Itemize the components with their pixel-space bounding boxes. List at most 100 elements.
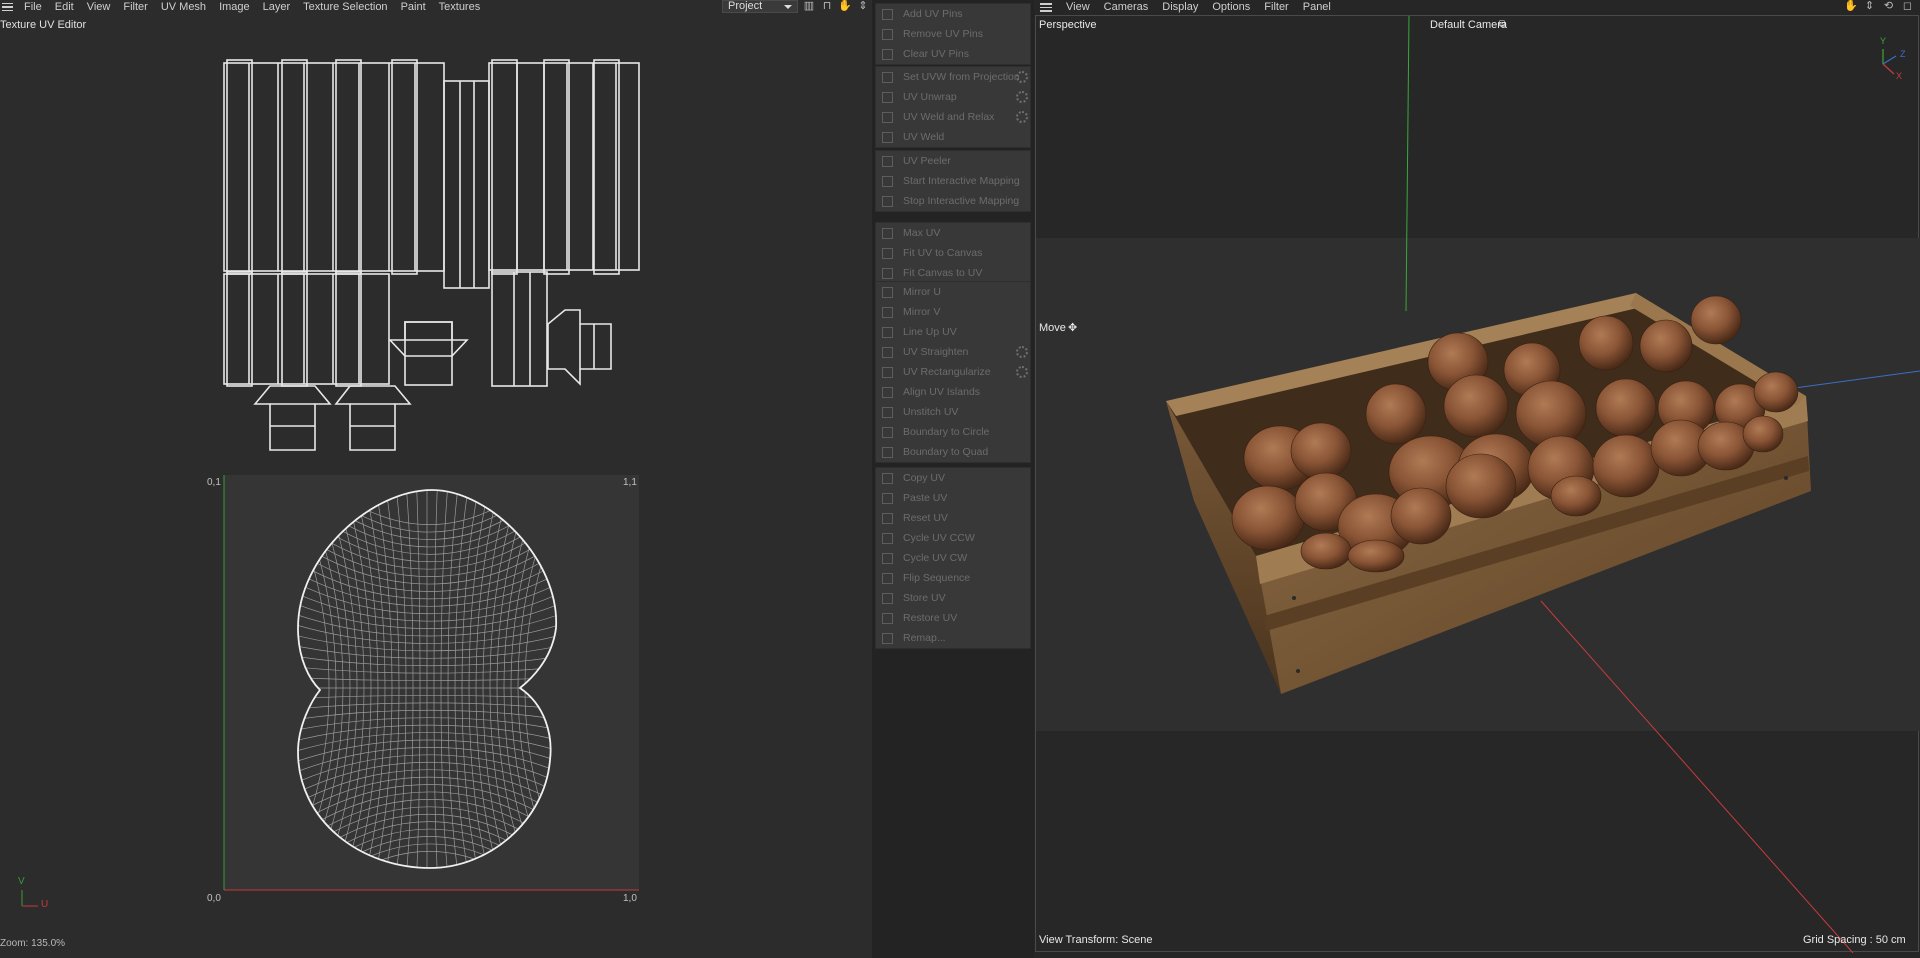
gear-icon[interactable] bbox=[1016, 366, 1028, 378]
command-label: Flip Sequence bbox=[903, 572, 971, 584]
menu-view[interactable]: View bbox=[87, 1, 111, 13]
command-copy-uv[interactable]: Copy UV bbox=[876, 468, 1030, 488]
command-paste-uv[interactable]: Paste UV bbox=[876, 488, 1030, 508]
command-label: Add UV Pins bbox=[903, 8, 963, 20]
menu-paint[interactable]: Paint bbox=[401, 1, 426, 13]
vp-menu-options[interactable]: Options bbox=[1212, 1, 1250, 13]
crate-uv-islands bbox=[223, 59, 640, 451]
projection-label[interactable]: Perspective bbox=[1039, 19, 1096, 31]
command-set-uvw-from-projection[interactable]: Set UVW from Projection bbox=[876, 67, 1030, 87]
command-flip-sequence[interactable]: Flip Sequence bbox=[876, 568, 1030, 588]
grid-spacing-label: Grid Spacing : 50 cm bbox=[1803, 934, 1906, 946]
gear-icon[interactable] bbox=[1016, 71, 1028, 83]
hamburger-menu-icon[interactable] bbox=[2, 2, 16, 12]
v-axis-label: V bbox=[18, 876, 25, 887]
command-uv-unwrap[interactable]: UV Unwrap bbox=[876, 87, 1030, 107]
uv-canvas[interactable] bbox=[0, 30, 872, 930]
command-line-up-uv[interactable]: Line Up UV bbox=[876, 322, 1030, 342]
command-fit-uv-to-canvas[interactable]: Fit UV to Canvas bbox=[876, 243, 1030, 263]
command-clear-uv-pins[interactable]: Clear UV Pins bbox=[876, 44, 1030, 64]
viewport-menubar: View Cameras Display Options Filter Pane… bbox=[1034, 0, 1345, 14]
perspective-viewport[interactable]: View Cameras Display Options Filter Pane… bbox=[1034, 0, 1920, 958]
viewport-hamburger-icon[interactable] bbox=[1040, 2, 1054, 12]
command-group: Set UVW from Projection UV Unwrap UV Weld … bbox=[875, 66, 1031, 148]
gear-icon[interactable] bbox=[1016, 111, 1028, 123]
command-cycle-uv-ccw[interactable]: Cycle UV CCW bbox=[876, 528, 1030, 548]
pin-icon bbox=[882, 8, 893, 20]
command-label: UV Straighten bbox=[903, 346, 969, 358]
command-cycle-uv-cw[interactable]: Cycle UV CW bbox=[876, 548, 1030, 568]
command-remap[interactable]: Remap... bbox=[876, 628, 1030, 648]
menu-layer[interactable]: Layer bbox=[263, 1, 291, 13]
restore-icon bbox=[882, 612, 893, 624]
command-align-uv-islands[interactable]: Align UV Islands bbox=[876, 382, 1030, 402]
lock-icon[interactable]: ⊓ bbox=[820, 0, 834, 13]
command-uv-weld[interactable]: UV Weld bbox=[876, 127, 1030, 147]
command-restore-uv[interactable]: Restore UV bbox=[876, 608, 1030, 628]
command-group: Copy UV Paste UV Reset UV Cycle UV CCW Cycle… bbox=[875, 467, 1031, 649]
gear-icon[interactable] bbox=[1016, 91, 1028, 103]
command-unstitch-uv[interactable]: Unstitch UV bbox=[876, 402, 1030, 422]
command-store-uv[interactable]: Store UV bbox=[876, 588, 1030, 608]
menu-filter[interactable]: Filter bbox=[123, 1, 147, 13]
menu-image[interactable]: Image bbox=[219, 1, 250, 13]
command-uv-weld-and-relax[interactable]: UV Weld and Relax bbox=[876, 107, 1030, 127]
fit-uv-icon bbox=[882, 247, 893, 259]
command-label: Unstitch UV bbox=[903, 406, 959, 418]
gizmo-x-label: X bbox=[1896, 71, 1903, 81]
command-reset-uv[interactable]: Reset UV bbox=[876, 508, 1030, 528]
uv-corner-bottom-right: 1,0 bbox=[623, 893, 637, 904]
command-remove-uv-pins[interactable]: Remove UV Pins bbox=[876, 24, 1030, 44]
rotate-icon[interactable]: ⟲ bbox=[1882, 0, 1895, 13]
copy-icon bbox=[882, 472, 893, 484]
command-label: Align UV Islands bbox=[903, 386, 981, 398]
uv-unit-square bbox=[224, 475, 639, 890]
command-start-interactive-mapping[interactable]: Start Interactive Mapping bbox=[876, 171, 1030, 191]
command-label: Mirror U bbox=[903, 286, 941, 298]
menu-file[interactable]: File bbox=[24, 1, 42, 13]
command-uv-peeler[interactable]: UV Peeler bbox=[876, 151, 1030, 171]
gear-icon[interactable] bbox=[1016, 346, 1028, 358]
command-boundary-to-circle[interactable]: Boundary to Circle bbox=[876, 422, 1030, 442]
histogram-icon[interactable]: ▥ bbox=[802, 0, 816, 13]
command-boundary-to-quad[interactable]: Boundary to Quad bbox=[876, 442, 1030, 462]
command-label: Restore UV bbox=[903, 612, 958, 624]
vp-menu-display[interactable]: Display bbox=[1162, 1, 1198, 13]
flip-icon bbox=[882, 572, 893, 584]
command-group: Add UV Pins Remove UV Pins Clear UV Pins bbox=[875, 3, 1031, 65]
command-mirror-u[interactable]: Mirror U bbox=[876, 282, 1030, 302]
command-group: Max UV Fit UV to Canvas Fit Canvas to UV bbox=[875, 222, 1031, 284]
vp-menu-view[interactable]: View bbox=[1066, 1, 1090, 13]
menu-edit[interactable]: Edit bbox=[55, 1, 74, 13]
menu-uv-mesh[interactable]: UV Mesh bbox=[161, 1, 206, 13]
vp-menu-filter[interactable]: Filter bbox=[1264, 1, 1288, 13]
dolly-arrows-icon[interactable]: ⇕ bbox=[1863, 0, 1876, 13]
vp-menu-panel[interactable]: Panel bbox=[1303, 1, 1331, 13]
store-icon bbox=[882, 592, 893, 604]
weld-relax-icon bbox=[882, 111, 893, 123]
camera-label[interactable]: Default Camera bbox=[1430, 19, 1507, 31]
zoom-arrows-icon[interactable]: ⇕ bbox=[856, 0, 870, 13]
vp-menu-cameras[interactable]: Cameras bbox=[1104, 1, 1149, 13]
camera-icon[interactable]: ⧉ bbox=[1499, 19, 1506, 30]
pan-hand-icon[interactable]: ✋ bbox=[1844, 0, 1858, 13]
maximize-icon[interactable]: ◻ bbox=[1901, 0, 1914, 13]
straighten-icon bbox=[882, 346, 893, 358]
command-fit-canvas-to-uv[interactable]: Fit Canvas to UV bbox=[876, 263, 1030, 283]
command-uv-rectangularize[interactable]: UV Rectangularize bbox=[876, 362, 1030, 382]
command-uv-straighten[interactable]: UV Straighten bbox=[876, 342, 1030, 362]
command-max-uv[interactable]: Max UV bbox=[876, 223, 1030, 243]
command-label: Fit Canvas to UV bbox=[903, 267, 983, 279]
u-axis-label: U bbox=[41, 899, 49, 910]
move-tool-icon: ✥ bbox=[1068, 322, 1078, 334]
zoom-readout: Zoom: 135.0% bbox=[0, 938, 66, 949]
pan-hand-icon[interactable]: ✋ bbox=[838, 0, 852, 13]
command-mirror-v[interactable]: Mirror V bbox=[876, 302, 1030, 322]
menu-textures[interactable]: Textures bbox=[439, 1, 481, 13]
menu-texture-selection[interactable]: Texture Selection bbox=[303, 1, 387, 13]
command-add-uv-pins[interactable]: Add UV Pins bbox=[876, 4, 1030, 24]
uv-command-palette: Add UV Pins Remove UV Pins Clear UV Pins Se… bbox=[872, 0, 1034, 958]
command-stop-interactive-mapping[interactable]: Stop Interactive Mapping bbox=[876, 191, 1030, 211]
align-icon bbox=[882, 386, 893, 398]
project-dropdown[interactable]: Project bbox=[722, 0, 798, 13]
